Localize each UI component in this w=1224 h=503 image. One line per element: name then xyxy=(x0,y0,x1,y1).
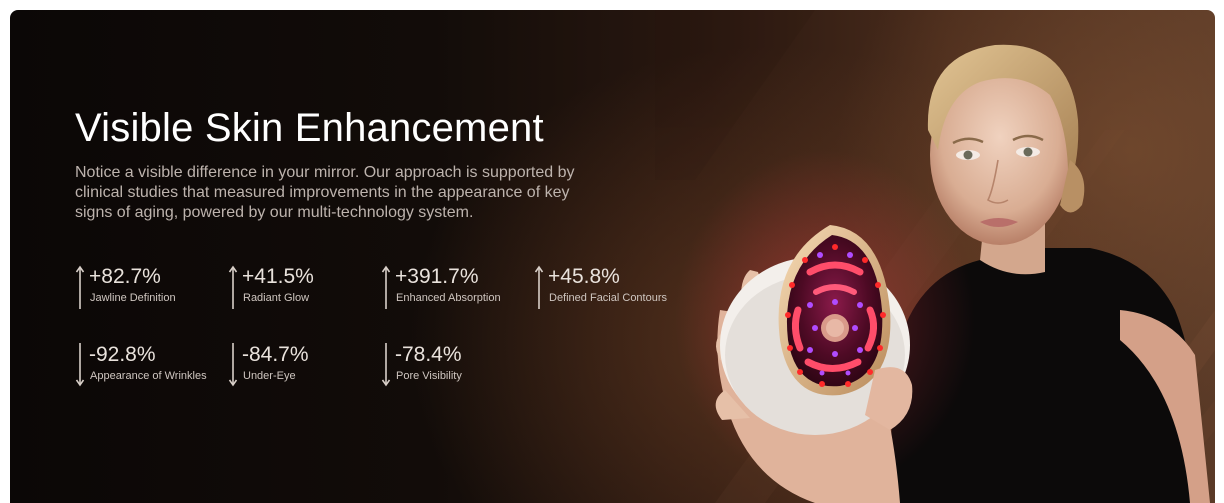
arrow-down-icon xyxy=(228,343,238,387)
arrow-up-icon xyxy=(228,265,238,309)
stat-value: -84.7% xyxy=(242,343,309,366)
stat-value: +41.5% xyxy=(242,265,314,288)
arrow-down-icon xyxy=(381,343,391,387)
hero-content: Visible Skin Enhancement Notice a visibl… xyxy=(75,105,715,387)
skin-enhancement-banner: Visible Skin Enhancement Notice a visibl… xyxy=(10,10,1215,503)
page-title: Visible Skin Enhancement xyxy=(75,106,544,150)
stat-value: -92.8% xyxy=(89,343,156,366)
stat-value: +45.8% xyxy=(548,265,620,288)
stat-label: Enhanced Absorption xyxy=(396,292,501,304)
arrow-up-icon xyxy=(534,265,544,309)
stat-label: Radiant Glow xyxy=(243,292,310,304)
stat-label: Appearance of Wrinkles xyxy=(90,370,207,382)
arrow-up-icon xyxy=(75,265,85,309)
stat-label: Pore Visibility xyxy=(396,370,462,382)
stat-label: Under-Eye xyxy=(243,370,296,382)
arrow-down-icon xyxy=(75,343,85,387)
stat-label: Jawline Definition xyxy=(90,292,176,304)
arrow-up-icon xyxy=(381,265,391,309)
stat-value: +82.7% xyxy=(89,265,161,288)
stat-value: +391.7% xyxy=(395,265,479,288)
hero-description: Notice a visible difference in your mirr… xyxy=(75,164,575,221)
model-with-led-device-image xyxy=(675,44,1210,503)
stat-value: -78.4% xyxy=(395,343,462,366)
